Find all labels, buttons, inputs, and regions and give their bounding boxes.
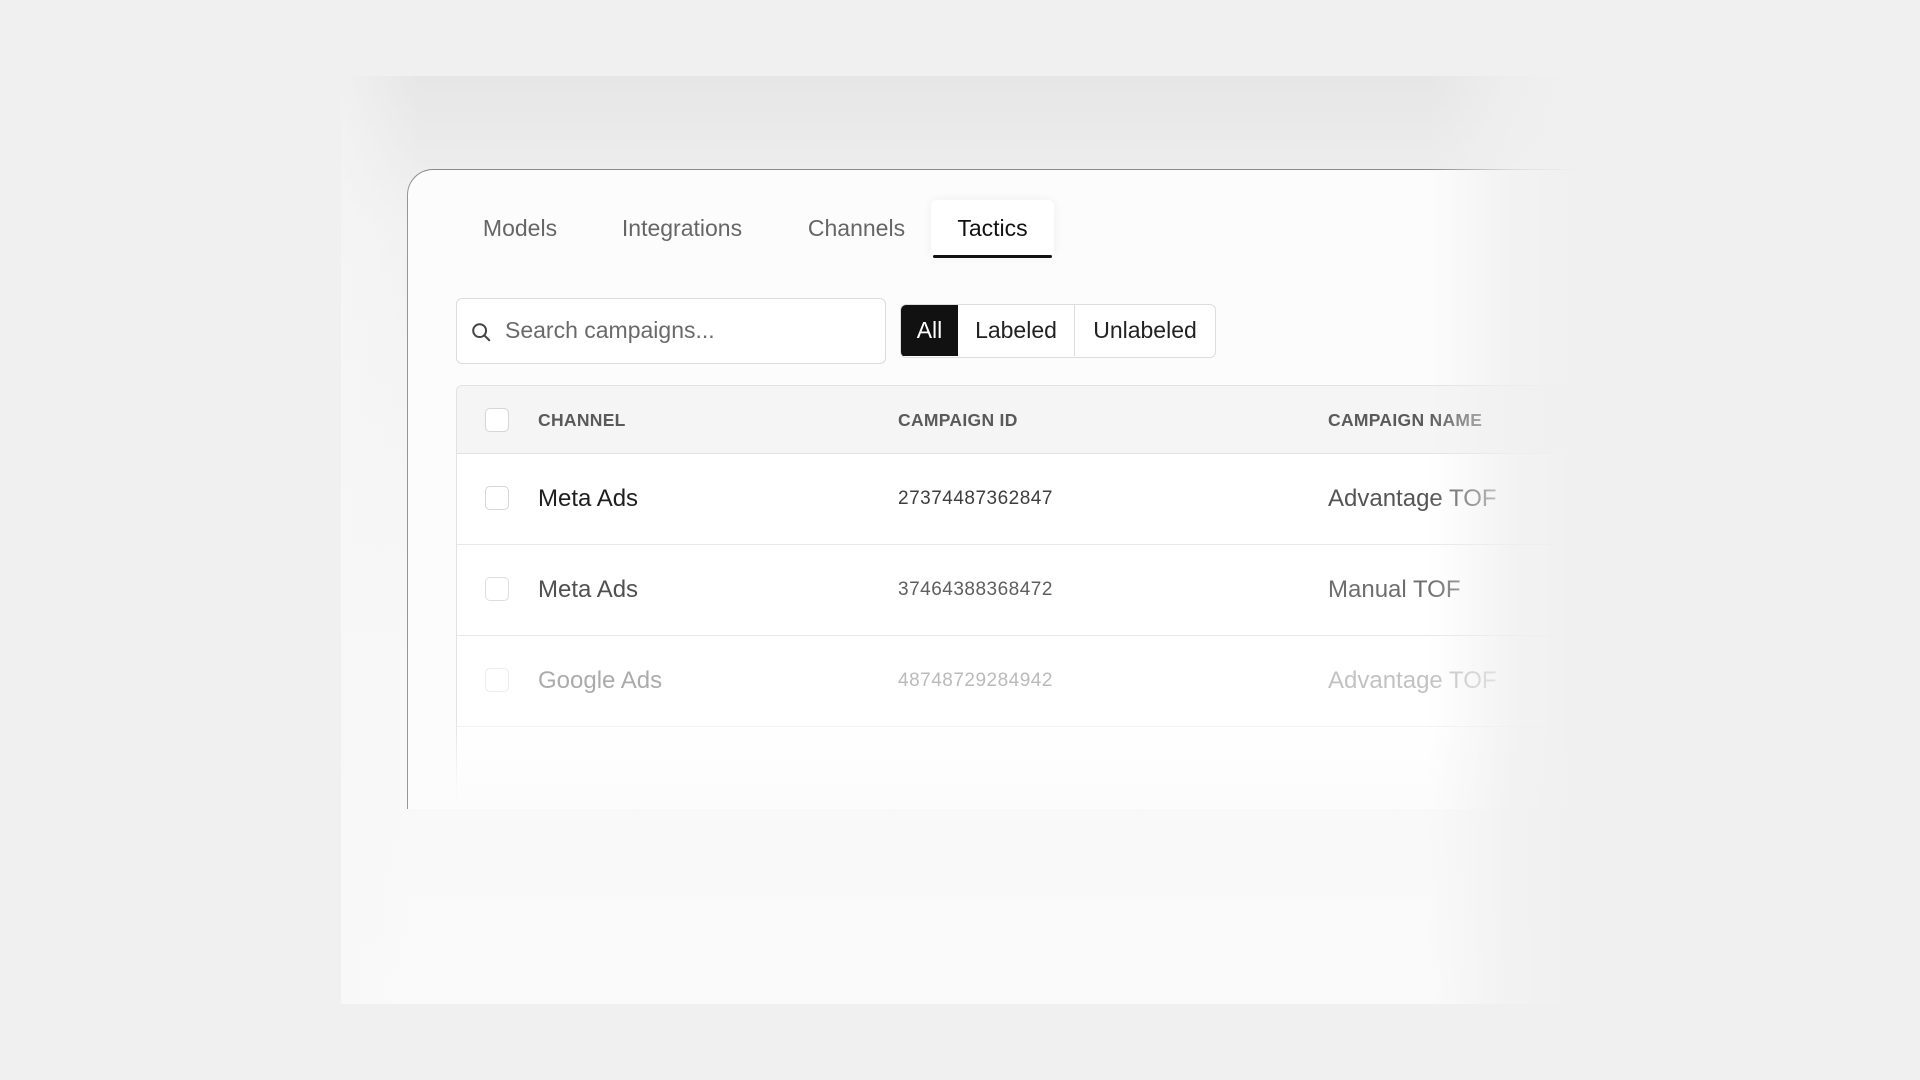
campaign-id-cell: 48748729284942 — [898, 670, 1053, 691]
campaigns-table: CHANNEL CAMPAIGN ID CAMPAIGN NAME Meta A… — [456, 385, 1578, 809]
settings-card: Models Integrations Channels Tactics All… — [407, 169, 1578, 809]
column-header-campaign-name[interactable]: CAMPAIGN NAME — [1328, 386, 1482, 454]
search-input[interactable] — [505, 299, 875, 362]
filter-unlabeled-button[interactable]: Unlabeled — [1075, 305, 1215, 356]
filter-all-button[interactable]: All — [901, 305, 958, 356]
campaign-id-cell: 27374487362847 — [898, 488, 1053, 509]
row-checkbox[interactable] — [485, 668, 509, 692]
tab-tactics[interactable]: Tactics — [931, 200, 1054, 258]
label-filter: All Labeled Unlabeled — [900, 304, 1216, 358]
tab-models[interactable]: Models — [470, 200, 570, 256]
search-icon — [472, 323, 491, 342]
table-row[interactable]: Google Ads 48748729284942 Advantage TOF — [457, 636, 1578, 727]
column-header-channel[interactable]: CHANNEL — [538, 386, 626, 454]
tab-channels[interactable]: Channels — [794, 200, 919, 256]
channel-cell: Google Ads — [538, 667, 663, 694]
row-checkbox[interactable] — [485, 486, 509, 510]
campaign-id-cell: 37464388368472 — [898, 579, 1053, 600]
channel-cell: Meta Ads — [538, 576, 639, 603]
tab-integrations[interactable]: Integrations — [607, 200, 757, 256]
table-row[interactable]: Meta Ads 37464388368472 Manual TOF — [457, 545, 1578, 636]
search-box[interactable] — [456, 298, 886, 364]
campaign-name-cell: Manual TOF — [1328, 576, 1461, 603]
select-all-checkbox[interactable] — [485, 408, 509, 432]
screenshot-stage: Models Integrations Channels Tactics All… — [341, 76, 1578, 1004]
column-header-campaign-id[interactable]: CAMPAIGN ID — [898, 386, 1018, 454]
table-row[interactable]: Meta Ads 27374487362847 Advantage TOF — [457, 454, 1578, 545]
row-checkbox[interactable] — [485, 577, 509, 601]
campaign-name-cell: Advantage TOF — [1328, 667, 1497, 694]
campaign-name-cell: Advantage TOF — [1328, 485, 1497, 512]
channel-cell: Meta Ads — [538, 485, 639, 512]
table-header: CHANNEL CAMPAIGN ID CAMPAIGN NAME — [457, 386, 1578, 454]
filter-labeled-button[interactable]: Labeled — [958, 305, 1075, 356]
